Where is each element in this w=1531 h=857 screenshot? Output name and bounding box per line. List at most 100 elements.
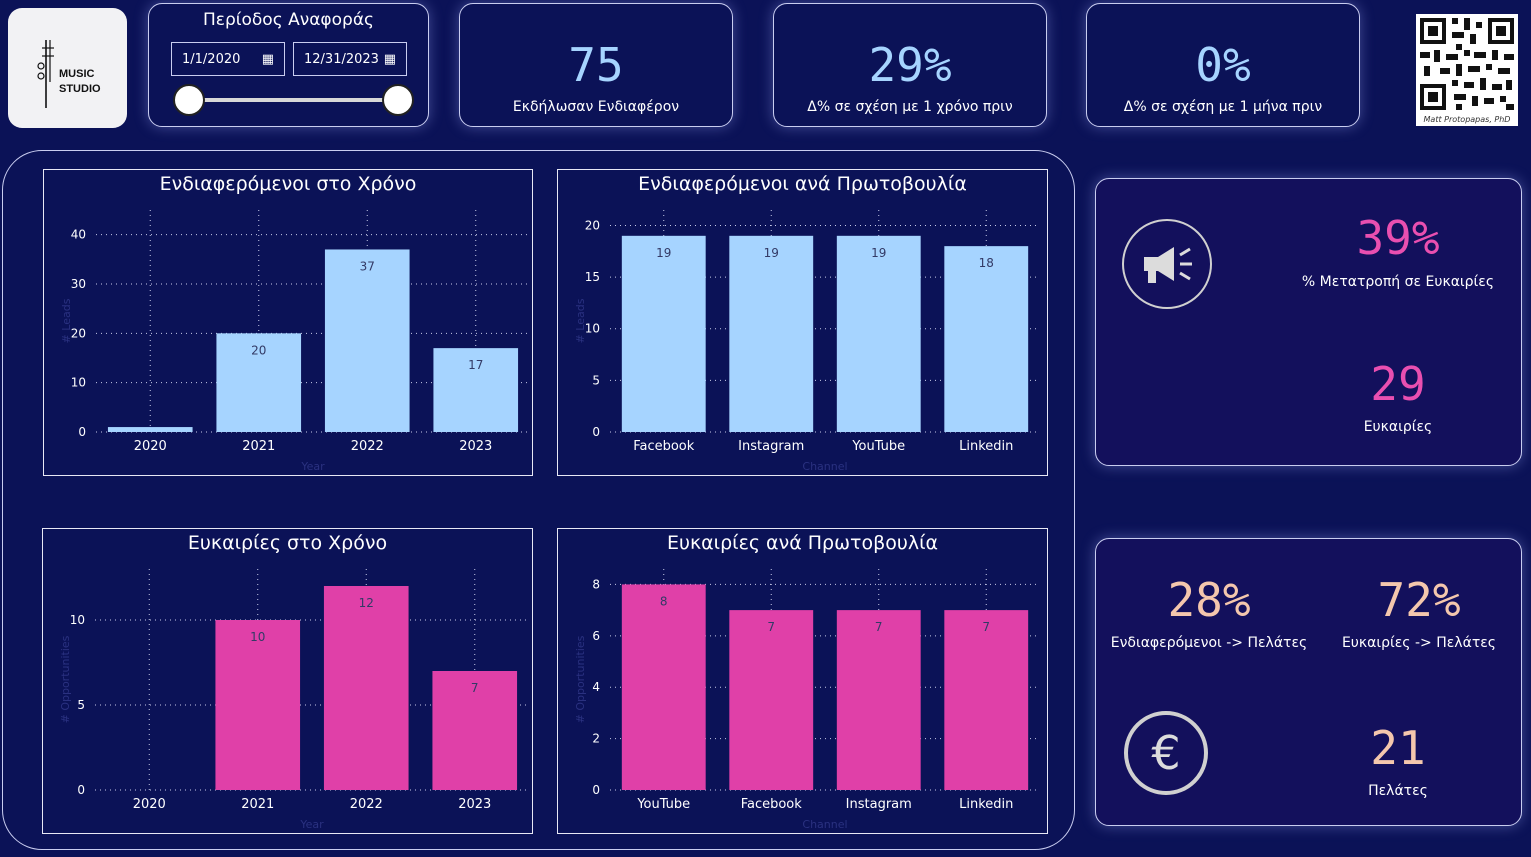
logo-line-1: MUSIC xyxy=(59,68,95,80)
x-axis-title: Channel xyxy=(802,818,847,831)
kpi-label: Δ% σε σχέση με 1 μήνα πριν xyxy=(1123,99,1323,115)
data-label: 12 xyxy=(359,596,374,610)
bar-Linkedin xyxy=(944,246,1029,432)
data-label: 17 xyxy=(468,358,483,372)
y-tick-label: 2 xyxy=(592,732,600,746)
x-tick-label: Linkedin xyxy=(959,439,1013,454)
x-tick-label: YouTube xyxy=(636,797,690,812)
x-axis-title: Year xyxy=(299,818,324,831)
guitar-logo-icon xyxy=(37,40,54,108)
y-axis-title: # Leads xyxy=(60,298,73,343)
date-range-slider-track[interactable] xyxy=(189,98,399,102)
calendar-icon[interactable]: ▦ xyxy=(262,52,274,67)
x-tick-label: 2022 xyxy=(351,439,384,454)
data-label: 19 xyxy=(764,246,779,260)
chart-opportunities-by-year: 0 5 10 2020 10 2021 12 2022 7 2023 Year # Opportuni… xyxy=(42,528,533,834)
y-tick-label: 5 xyxy=(77,698,85,712)
x-tick-label: Facebook xyxy=(633,439,695,454)
y-tick-label: 0 xyxy=(592,783,600,797)
calendar-icon[interactable]: ▦ xyxy=(384,52,396,67)
opportunities-label: Ευκαιρίες xyxy=(1363,419,1433,435)
x-tick-label: 2020 xyxy=(133,797,166,812)
x-tick-label: 2023 xyxy=(459,439,492,454)
bar-Facebook xyxy=(621,235,706,432)
bar-YouTube xyxy=(621,584,706,790)
chart-leads-by-year-plot: 0102030402020202021372022172023Year# Lea… xyxy=(60,210,530,473)
y-tick-label: 0 xyxy=(78,425,86,439)
period-filter-card: Περίοδος Αναφοράς 1/1/2020 ▦ 12/31/2023 … xyxy=(148,3,429,127)
clients-value: 21 xyxy=(1370,721,1426,775)
data-label: 20 xyxy=(251,343,266,357)
y-axis-title: # Leads xyxy=(574,298,587,343)
data-label: 8 xyxy=(660,594,668,608)
date-range-slider-start-handle[interactable] xyxy=(173,84,205,116)
x-tick-label: 2020 xyxy=(134,439,167,454)
kpi-label: Δ% σε σχέση με 1 χρόνο πριν xyxy=(807,99,1013,115)
conversion-rate-value: 39% xyxy=(1356,211,1440,265)
clients-card: 28% Ενδιαφερόμενοι -> Πελάτες 72% Ευκαιρ… xyxy=(1095,538,1522,826)
y-tick-label: 0 xyxy=(592,425,600,439)
bar-2022 xyxy=(324,249,410,432)
data-label: 37 xyxy=(360,259,375,273)
x-tick-label: 2023 xyxy=(458,797,491,812)
bar-2022 xyxy=(323,586,409,790)
qr-code-icon xyxy=(1420,18,1514,110)
end-date-input[interactable]: 12/31/2023 ▦ xyxy=(293,42,407,76)
y-tick-label: 5 xyxy=(592,373,600,387)
leads-to-clients-value: 28% xyxy=(1167,573,1251,627)
bar-Instagram xyxy=(729,235,814,432)
data-label: 19 xyxy=(871,246,886,260)
kpi-label: Εκδήλωσαν Ενδιαφέρον xyxy=(512,99,680,115)
data-label: 18 xyxy=(979,256,994,270)
data-label: 7 xyxy=(471,681,479,695)
chart-opportunities-by-channel: 0 2 4 6 8 8 YouTube 7 Facebook 7 Instagram 7 Linkedi… xyxy=(557,528,1048,834)
y-tick-label: 20 xyxy=(71,326,86,340)
conversion-rate-label: % Μετατροπή σε Ευκαιρίες xyxy=(1301,274,1495,290)
end-date-value: 12/31/2023 xyxy=(304,51,379,67)
start-date-input[interactable]: 1/1/2020 ▦ xyxy=(171,42,285,76)
chart-leads-by-year: 0 10 20 30 40 2020 20 2021 37 2022 17 2023 Year # Lea… xyxy=(43,169,533,476)
x-tick-label: 2022 xyxy=(350,797,383,812)
logo: MUSIC STUDIO xyxy=(8,8,127,128)
kpi-card-yoy: 29% Δ% σε σχέση με 1 χρόνο πριν xyxy=(773,3,1047,127)
megaphone-icon xyxy=(1122,219,1212,309)
bar-Facebook xyxy=(729,610,814,790)
bar-YouTube xyxy=(836,235,921,432)
clients-label: Πελάτες xyxy=(1368,783,1428,799)
data-label: 7 xyxy=(875,620,883,634)
y-tick-label: 4 xyxy=(592,680,600,694)
logo-text: MUSIC STUDIO xyxy=(59,67,101,97)
data-label: 10 xyxy=(250,630,265,644)
x-tick-label: YouTube xyxy=(851,439,905,454)
y-tick-label: 20 xyxy=(585,218,600,232)
chart-leads-by-channel: 0 5 10 15 20 19 Facebook 19 Instagram 19 YouTube 18… xyxy=(557,169,1048,476)
start-date-value: 1/1/2020 xyxy=(182,51,241,67)
y-tick-label: 8 xyxy=(592,577,600,591)
qr-caption: Matt Protopapas, PhD xyxy=(1423,115,1511,124)
kpi-card-leads: 75 Εκδήλωσαν Ενδιαφέρον xyxy=(459,3,733,127)
opps-to-clients-label: Ευκαιρίες -> Πελάτες xyxy=(1341,635,1497,651)
data-label: 19 xyxy=(656,246,671,260)
y-axis-title: # Opportunities xyxy=(574,635,587,723)
x-tick-label: Instagram xyxy=(846,797,912,812)
kpi-value: 75 xyxy=(568,38,624,92)
x-tick-label: 2021 xyxy=(242,439,275,454)
leads-to-clients-label: Ενδιαφερόμενοι -> Πελάτες xyxy=(1110,635,1308,651)
date-range-slider-end-handle[interactable] xyxy=(382,84,414,116)
opps-to-clients-value: 72% xyxy=(1377,573,1461,627)
chart-opportunities-by-channel-plot: 0 2 4 6 8 8 YouTube 7 Facebook 7 Instagram 7 Linkedi… xyxy=(574,569,1040,831)
bar-2020 xyxy=(107,427,193,432)
bar-Linkedin xyxy=(944,610,1029,790)
y-tick-label: 10 xyxy=(71,376,86,390)
chart-title: Ενδιαφερόμενοι στο Χρόνο xyxy=(159,173,417,195)
period-title: Περίοδος Αναφοράς xyxy=(202,10,375,30)
opportunities-value: 29 xyxy=(1370,357,1426,411)
y-tick-label: 30 xyxy=(71,277,86,291)
chart-opportunities-by-year-plot: 0 5 10 2020 10 2021 12 2022 7 2023 Year # Opportuni… xyxy=(59,569,529,831)
data-label: 7 xyxy=(982,620,990,634)
logo-line-2: STUDIO xyxy=(59,83,101,95)
chart-title: Ενδιαφερόμενοι ανά Πρωτοβουλία xyxy=(638,173,967,195)
kpi-value: 0% xyxy=(1195,38,1251,92)
x-tick-label: Linkedin xyxy=(959,797,1013,812)
y-tick-label: 10 xyxy=(70,613,85,627)
